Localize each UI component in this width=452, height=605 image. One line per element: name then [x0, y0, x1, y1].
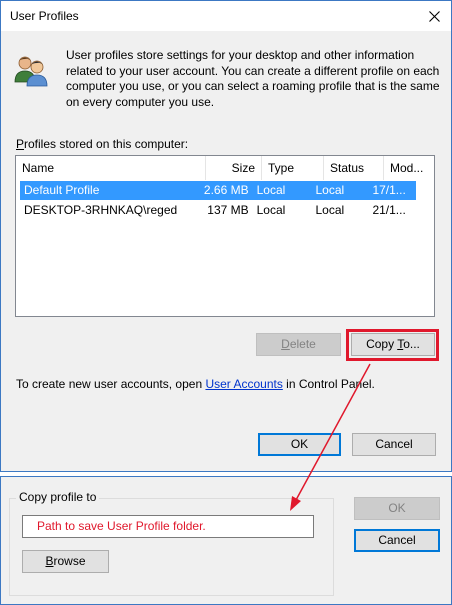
path-input[interactable]: Path to save User Profile folder.: [22, 515, 314, 538]
user-accounts-link[interactable]: User Accounts: [205, 377, 282, 391]
title-bar[interactable]: User Profiles: [1, 1, 451, 31]
cell-status: Local: [315, 203, 345, 217]
copy-profile-group-title: Copy profile to: [16, 490, 100, 504]
annotation-highlight-box: [346, 329, 439, 361]
column-header-name[interactable]: Name: [16, 156, 206, 180]
delete-button[interactable]: Delete: [256, 333, 341, 356]
cell-size: 137 MB: [207, 203, 249, 217]
profiles-list[interactable]: Name Size Type Status Mod... Default Pro…: [15, 155, 435, 317]
create-accounts-text: To create new user accounts, open User A…: [16, 377, 375, 391]
create-suffix: in Control Panel.: [282, 377, 375, 391]
cell-size: 2.66 MB: [203, 183, 249, 197]
delete-label: elete: [289, 337, 316, 351]
browse-label: rowse: [53, 554, 86, 568]
copy-ok-button[interactable]: OK: [354, 497, 440, 520]
cell-modified: 17/1...: [372, 183, 406, 197]
copy-cancel-button[interactable]: Cancel: [354, 529, 440, 552]
list-header: Name Size Type Status Mod...: [16, 156, 434, 180]
cell-type: Local: [256, 203, 286, 217]
cell-type: Local: [256, 183, 286, 197]
copy-profile-groupbox: [9, 498, 334, 596]
create-prefix: To create new user accounts, open: [16, 377, 206, 391]
column-header-size[interactable]: Size: [206, 156, 262, 180]
table-row-default-profile[interactable]: Default Profile 2.66 MB Local Local 17/1…: [20, 181, 416, 200]
close-button[interactable]: [417, 1, 451, 31]
table-row-desktop-profile[interactable]: DESKTOP-3RHNKAQ\reged 137 MB Local Local…: [20, 201, 416, 220]
cell-modified: 21/1...: [372, 203, 406, 217]
browse-button[interactable]: Browse: [22, 550, 109, 573]
users-icon: [14, 56, 48, 87]
profiles-label-accesskey: P: [16, 137, 25, 151]
column-header-modified[interactable]: Mod...: [384, 156, 432, 180]
cell-name: Default Profile: [24, 183, 100, 197]
delete-accesskey: D: [281, 337, 290, 351]
column-header-type[interactable]: Type: [262, 156, 324, 180]
window-title: User Profiles: [10, 9, 79, 23]
close-icon: [428, 10, 440, 22]
cell-status: Local: [315, 183, 345, 197]
column-header-status[interactable]: Status: [324, 156, 384, 180]
profiles-label-text: rofiles stored on this computer:: [24, 137, 189, 151]
cancel-button[interactable]: Cancel: [352, 433, 436, 456]
profiles-label: Profiles stored on this computer:: [16, 137, 188, 151]
ok-button[interactable]: OK: [258, 433, 341, 456]
browse-accesskey: B: [45, 554, 54, 568]
cell-name: DESKTOP-3RHNKAQ\reged: [24, 203, 178, 217]
info-text: User profiles store settings for your de…: [66, 48, 440, 109]
